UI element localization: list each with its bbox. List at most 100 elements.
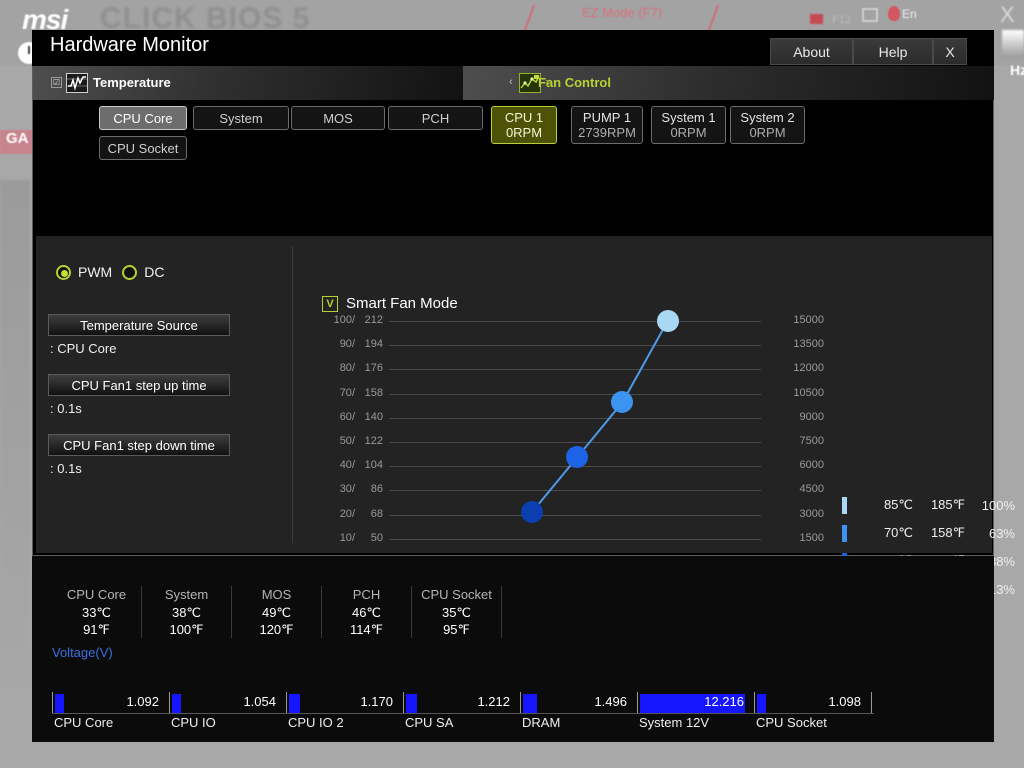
fan-chip-system-1[interactable]: System 1 0RPM xyxy=(651,106,726,144)
legend-temp-f: 185℉ xyxy=(930,497,965,512)
readout-fahrenheit: 95℉ xyxy=(443,622,470,637)
radio-dc-dot xyxy=(122,264,138,280)
step-up-time-button[interactable]: CPU Fan1 step up time xyxy=(48,374,230,396)
readout-fahrenheit: 100℉ xyxy=(169,622,204,637)
radio-pwm[interactable]: PWM xyxy=(56,264,112,280)
camera-icon xyxy=(810,14,823,24)
step-up-time-value: : 0.1s xyxy=(50,401,82,416)
temperature-source-button[interactable]: Temperature Source xyxy=(48,314,230,336)
voltage-name: CPU Socket xyxy=(756,715,827,730)
readout-fahrenheit: 120℉ xyxy=(259,622,294,637)
about-button[interactable]: About xyxy=(770,38,853,65)
voltage-bar xyxy=(172,694,181,713)
fan-chip-rpm: 0RPM xyxy=(505,125,543,140)
tab-chip-area: CPU Core System MOS PCH CPU Socket CPU 1… xyxy=(33,104,995,166)
legend-swatch xyxy=(842,524,847,542)
voltage-value: 1.496 xyxy=(594,694,627,709)
readout-name: CPU Socket xyxy=(421,587,492,602)
radio-dc-label: DC xyxy=(144,264,165,280)
radio-pwm-dot xyxy=(56,264,71,280)
voltage-value: 1.098 xyxy=(828,694,861,709)
temperature-readout: MOS 49℃ 120℉ xyxy=(232,586,322,638)
monitor-panel: ☑ Temperature ‹ › Fan Control CPU Core S… xyxy=(32,66,1015,733)
help-button[interactable]: Help xyxy=(853,38,933,65)
readout-celsius: 33℃ xyxy=(81,605,112,620)
readout-name: System xyxy=(164,587,209,602)
fan-chip-rpm: 2739RPM xyxy=(578,125,636,140)
status-strip: CPU Core 33℃ 91℉ System 38℃ 100℉ MOS 49℃ 120℉ PCH… xyxy=(32,556,994,742)
voltage-bar xyxy=(289,694,300,713)
fan-chip-name: System 1 xyxy=(661,110,716,125)
voltage-tick xyxy=(637,692,638,713)
readout-name: PCH xyxy=(352,587,381,602)
chart-rpm-tick: 9000 xyxy=(799,410,824,423)
legend-duty: 63% xyxy=(988,525,1015,541)
voltage-readout: 12.216 System 12V xyxy=(637,684,752,730)
waveform-icon xyxy=(66,73,88,93)
fan-curve-point-4[interactable] xyxy=(656,310,679,332)
screenshot-icon[interactable] xyxy=(862,8,878,22)
voltage-tick xyxy=(169,692,170,713)
chart-rpm-tick: 7500 xyxy=(799,435,824,447)
voltage-name: CPU IO xyxy=(171,715,216,730)
fan-chip-cpu-1[interactable]: CPU 1 0RPM xyxy=(491,106,557,144)
legend-temp-c: 85℃ xyxy=(883,497,913,512)
temperature-readout: CPU Socket 35℃ 95℉ xyxy=(412,586,502,638)
fan-chip-name: CPU 1 xyxy=(504,110,544,125)
fan-chip-rpm: 0RPM xyxy=(749,125,786,140)
readout-fahrenheit: 91℉ xyxy=(83,622,110,637)
legend-duty: 100% xyxy=(981,497,1015,513)
voltage-tick xyxy=(286,692,287,713)
tab-cpu-core[interactable]: CPU Core xyxy=(99,106,187,130)
ez-mode-button[interactable]: EZ Mode (F7) xyxy=(582,5,662,20)
voltage-name: DRAM xyxy=(522,715,561,730)
temperature-section-title: Temperature xyxy=(93,75,171,90)
readout-fahrenheit: 114℉ xyxy=(349,622,384,637)
decorative-left-strip xyxy=(0,180,30,740)
readout-celsius: 38℃ xyxy=(171,605,202,620)
voltage-section-title: Voltage(V) xyxy=(52,645,113,660)
temperature-readouts: CPU Core 33℃ 91℉ System 38℃ 100℉ MOS 49℃ 120℉ PCH… xyxy=(52,586,502,638)
voltage-readout: 1.098 CPU Socket xyxy=(754,684,869,730)
legend-row: 85℃ 185℉ 100% xyxy=(842,491,1015,519)
prev-section-arrow[interactable]: ‹ xyxy=(509,76,513,88)
voltage-readout: 1.092 CPU Core xyxy=(52,684,167,730)
voltage-bar xyxy=(757,694,766,713)
step-down-time-button[interactable]: CPU Fan1 step down time xyxy=(48,434,230,456)
fan-chip-system-2[interactable]: System 2 0RPM xyxy=(730,106,805,144)
voltage-readout: 1.170 CPU IO 2 xyxy=(286,684,401,730)
chart-rpm-tick: 13500 xyxy=(793,338,824,351)
voltage-name: CPU IO 2 xyxy=(288,715,344,730)
voltage-readout: 1.212 CPU SA xyxy=(403,684,518,730)
voltage-value: 1.054 xyxy=(243,694,276,709)
temperature-readout: PCH 46℃ 114℉ xyxy=(322,586,412,638)
fan-chip-rpm: 0RPM xyxy=(670,125,707,140)
bios-close-icon[interactable]: X xyxy=(1000,2,1015,28)
tab-pch[interactable]: PCH xyxy=(388,106,483,130)
chart-rpm-tick: 3000 xyxy=(799,507,824,520)
voltage-tick xyxy=(871,692,872,713)
temperature-expand-checkbox[interactable]: ☑ xyxy=(51,77,62,88)
chart-rpm-tick: 15000 xyxy=(793,314,824,326)
legend-temp-f: 158℉ xyxy=(930,525,965,540)
fan-chip-pump-1[interactable]: PUMP 1 2739RPM xyxy=(571,106,643,144)
smart-fan-mode-checkbox[interactable]: V xyxy=(322,296,338,312)
readout-name: CPU Core xyxy=(66,587,127,602)
radio-dc[interactable]: DC xyxy=(122,264,164,280)
chart-rpm-tick: 4500 xyxy=(799,483,824,496)
voltage-name: CPU Core xyxy=(54,715,114,730)
close-button[interactable]: X xyxy=(933,38,967,65)
chart-rpm-tick: 10500 xyxy=(793,386,824,399)
legend-row: 70℃ 158℉ 63% xyxy=(842,519,1015,547)
chart-rpm-tick: 6000 xyxy=(799,459,824,472)
tab-system[interactable]: System xyxy=(193,106,289,130)
fan-curve-chart[interactable]: 100/212 15000 90/194 13500 80/176 12000 70/158… xyxy=(311,310,824,571)
decorative-gradient xyxy=(1002,30,1024,58)
language-selector[interactable]: En xyxy=(888,6,917,21)
tab-mos[interactable]: MOS xyxy=(291,106,385,130)
voltage-value: 1.092 xyxy=(126,694,159,709)
voltage-value: 1.212 xyxy=(477,694,510,709)
voltage-bar xyxy=(406,694,417,713)
tab-cpu-socket[interactable]: CPU Socket xyxy=(99,136,187,160)
vertical-divider xyxy=(292,246,293,543)
